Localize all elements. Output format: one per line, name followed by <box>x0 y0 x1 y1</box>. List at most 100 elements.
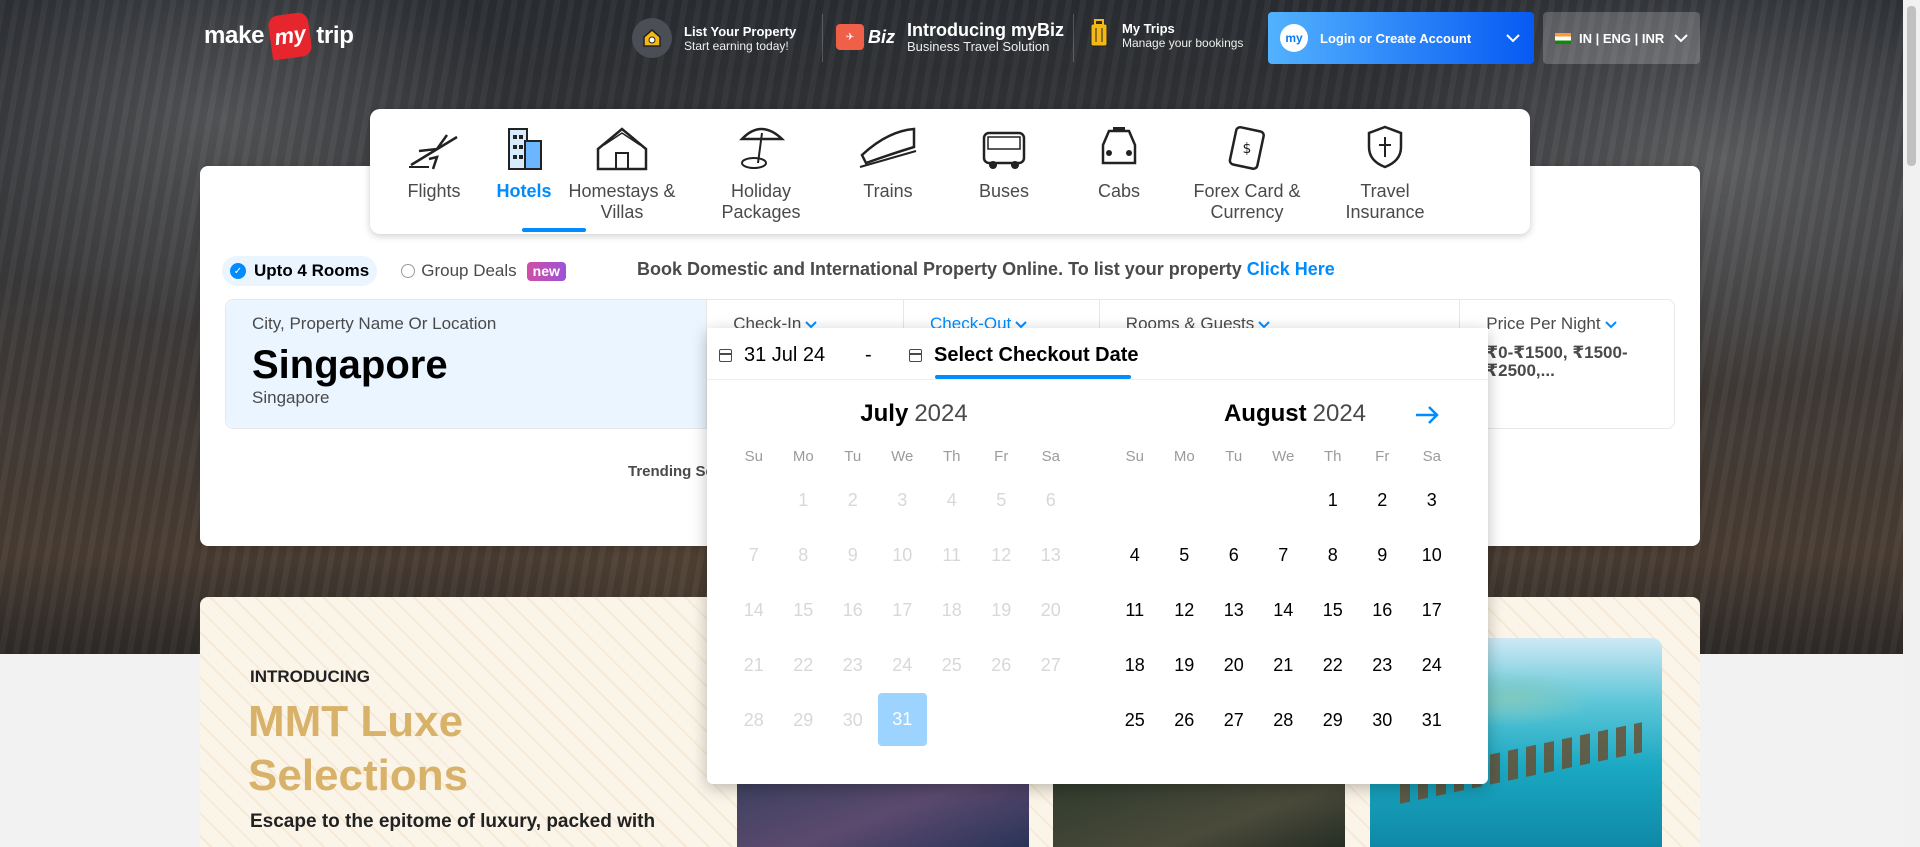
calendar-day: 21 <box>743 655 764 675</box>
makemytrip-logo[interactable]: make my trip <box>204 11 354 61</box>
calendar-day[interactable]: 28 <box>1259 693 1309 748</box>
weekday-label: Th <box>1323 448 1342 465</box>
nav-buses[interactable]: Buses <box>944 121 1064 202</box>
nav-holiday-packages[interactable]: Holiday Packages <box>701 121 821 223</box>
calendar-day[interactable]: 20 <box>1209 638 1259 693</box>
price-field[interactable]: Price Per Night ₹0-₹1500, ₹1500-₹2500,..… <box>1460 300 1674 428</box>
calendar-day[interactable]: 29 <box>1308 693 1358 748</box>
calendar-day[interactable]: 9 <box>1358 528 1408 583</box>
calendar-day[interactable]: 2 <box>1358 473 1408 528</box>
city-field[interactable]: City, Property Name Or Location Singapor… <box>226 300 708 428</box>
calendar-day[interactable]: 31 <box>877 693 927 746</box>
calendar-day: 25 <box>941 655 962 675</box>
india-flag-icon <box>1555 32 1571 44</box>
empty-day-cell <box>1110 473 1160 528</box>
nav-label: Trains <box>863 181 913 201</box>
date-picker: 31 Jul 24 - Select Checkout Date July 202… <box>707 328 1488 784</box>
calendar-day[interactable]: 30 <box>1358 693 1408 748</box>
weekday-label: Su <box>1125 448 1144 465</box>
list-property-subtitle: Start earning today! <box>684 38 789 53</box>
nav-label: Travel Insurance <box>1345 181 1425 222</box>
locale-selector[interactable]: IN | ENG | INR <box>1543 12 1700 64</box>
weekday-label: Mo <box>792 448 814 465</box>
calendar-day[interactable]: 12 <box>1160 583 1210 638</box>
calendar-day[interactable]: 3 <box>1407 473 1457 528</box>
list-property-link[interactable]: List Your Property Start earning today! <box>632 18 796 58</box>
scrollbar-thumb[interactable] <box>1907 6 1916 166</box>
weekday-header: Su Mo Tu We Th Fr Sa <box>729 448 1099 465</box>
calendar-day[interactable]: 7 <box>1259 528 1309 583</box>
month-name: August <box>1223 400 1307 427</box>
nav-label: Buses <box>978 181 1030 201</box>
calendar-day[interactable]: 26 <box>1160 693 1210 748</box>
calendar-day[interactable]: 24 <box>1407 638 1457 693</box>
calendar-day[interactable]: 6 <box>1209 528 1259 583</box>
calendar-day[interactable]: 13 <box>1209 583 1259 638</box>
calendar-day[interactable]: 25 <box>1110 693 1160 748</box>
calendar-day[interactable]: 15 <box>1308 583 1358 638</box>
login-label: Login or Create Account <box>1320 30 1472 46</box>
click-here-link[interactable]: Click Here <box>1247 259 1335 279</box>
month-year: 2024 <box>914 400 968 427</box>
date-range-header: 31 Jul 24 - Select Checkout Date <box>707 328 1488 380</box>
calendar-day: 12 <box>991 545 1012 565</box>
upto-4-rooms-option[interactable]: ✓ Upto 4 Rooms <box>222 256 378 286</box>
calendar-day: 19 <box>991 600 1012 620</box>
active-date-indicator <box>935 375 1131 379</box>
nav-label: Cabs <box>1097 181 1141 201</box>
calendar-day[interactable]: 18 <box>1110 638 1160 693</box>
calendar-day[interactable]: 21 <box>1259 638 1309 693</box>
nav-forex[interactable]: $ Forex Card & Currency <box>1187 121 1307 223</box>
day-grid: 1 2 3 4 5 6 7 8 9 10 11 12 13 14 15 16 17 18 19 20 21 22 23 24 2… <box>729 473 1099 748</box>
calendar-day[interactable]: 22 <box>1308 638 1358 693</box>
my-trips-link[interactable]: My Trips Manage your bookings <box>1088 18 1243 53</box>
city-label: City, Property Name Or Location <box>252 314 497 333</box>
weekday-label: Fr <box>994 448 1009 465</box>
calendar-day[interactable]: 16 <box>1358 583 1408 638</box>
calendar-day[interactable]: 17 <box>1407 583 1457 638</box>
start-date-chip[interactable]: 31 Jul 24 <box>719 344 825 367</box>
calendar-day[interactable]: 23 <box>1358 638 1408 693</box>
page-scrollbar[interactable] <box>1903 0 1920 847</box>
nav-homestays[interactable]: Homestays & Villas <box>562 121 682 223</box>
calendar-day[interactable]: 11 <box>1110 583 1160 638</box>
price-label: Price Per Night <box>1486 314 1601 333</box>
calendar-day: 4 <box>946 490 957 510</box>
header-divider <box>822 14 823 62</box>
calendar-day: 14 <box>743 600 764 620</box>
trending-searches-label: Trending Se <box>628 463 714 480</box>
calendar-day[interactable]: 27 <box>1209 693 1259 748</box>
logo-make: make <box>204 22 265 49</box>
next-month-arrow-icon[interactable] <box>1415 400 1439 430</box>
calendar-day: 8 <box>798 545 809 565</box>
holiday-icon <box>701 121 821 171</box>
calendar-day[interactable]: 5 <box>1160 528 1210 583</box>
nav-trains[interactable]: Trains <box>828 121 948 202</box>
weekday-label: We <box>1272 448 1295 465</box>
login-button[interactable]: my Login or Create Account <box>1268 12 1534 64</box>
mybiz-link[interactable]: ✈ Biz Introducing myBiz Business Travel S… <box>836 20 1064 54</box>
my-trips-subtitle: Manage your bookings <box>1122 36 1244 50</box>
nav-travel-insurance[interactable]: Travel Insurance <box>1325 121 1445 223</box>
calendar-day: 15 <box>793 600 814 620</box>
calendar-day[interactable]: 1 <box>1308 473 1358 528</box>
header-divider <box>1073 14 1074 62</box>
calendar-day: 22 <box>793 655 814 675</box>
group-deals-option[interactable]: Group Deals new <box>401 261 566 281</box>
calendar-day[interactable]: 4 <box>1110 528 1160 583</box>
weekday-label: Fr <box>1375 448 1390 465</box>
calendar-day: 24 <box>892 655 913 675</box>
weekday-label: We <box>891 448 914 465</box>
weekday-label: Tu <box>1225 448 1243 465</box>
nav-cabs[interactable]: Cabs <box>1059 121 1179 202</box>
date-separator: - <box>865 344 872 366</box>
calendar-day[interactable]: 31 <box>1407 693 1457 748</box>
suitcase-icon <box>1088 18 1110 53</box>
calendar-day[interactable]: 8 <box>1308 528 1358 583</box>
train-icon <box>828 121 948 171</box>
calendar-day[interactable]: 10 <box>1407 528 1457 583</box>
end-date-chip[interactable]: Select Checkout Date <box>909 344 1139 367</box>
calendar-day[interactable]: 19 <box>1160 638 1210 693</box>
calendar-day[interactable]: 14 <box>1259 583 1309 638</box>
group-deals-label: Group Deals <box>421 261 517 280</box>
